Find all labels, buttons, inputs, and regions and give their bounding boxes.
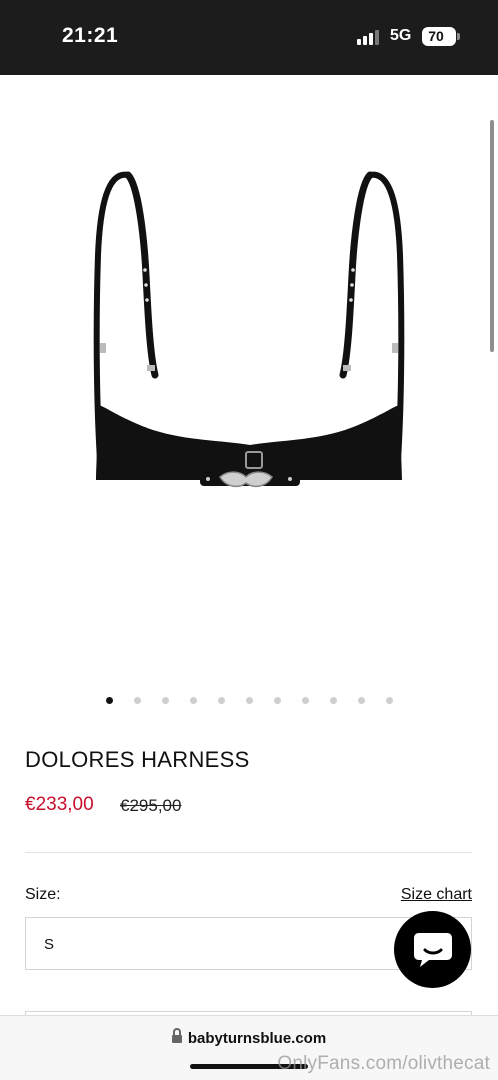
signal-icon <box>357 29 381 45</box>
gallery-pagination <box>0 697 498 707</box>
battery-icon: 70 <box>422 27 460 46</box>
gallery-dot[interactable] <box>302 697 309 704</box>
battery-level: 70 <box>428 28 444 44</box>
size-selected-value: S <box>44 936 55 953</box>
original-price: €295,00 <box>120 796 182 815</box>
network-label: 5G <box>390 27 412 44</box>
gallery-dot[interactable] <box>218 697 225 704</box>
gallery-dot[interactable] <box>274 697 281 704</box>
gallery-dot[interactable] <box>106 697 113 704</box>
chat-bubble-icon <box>414 933 452 967</box>
divider <box>25 852 472 853</box>
status-time: 21:21 <box>62 24 119 47</box>
chat-button[interactable] <box>394 911 471 988</box>
product-image[interactable] <box>0 75 498 680</box>
gallery-dot[interactable] <box>190 697 197 704</box>
size-label: Size: <box>25 886 61 903</box>
scroll-indicator[interactable] <box>490 120 494 352</box>
sale-price: €233,00 <box>25 794 94 815</box>
gallery-dot[interactable] <box>246 697 253 704</box>
url-text[interactable]: babyturnsblue.com <box>188 1030 326 1047</box>
size-chart-link[interactable]: Size chart <box>401 886 472 904</box>
gallery-dot[interactable] <box>134 697 141 704</box>
gallery-dot[interactable] <box>386 697 393 704</box>
lock-icon <box>171 1028 182 1044</box>
harness-image <box>93 171 405 488</box>
gallery-dot[interactable] <box>162 697 169 704</box>
product-title: DOLORES HARNESS <box>25 747 250 772</box>
gallery-dot[interactable] <box>358 697 365 704</box>
gallery-dot[interactable] <box>330 697 337 704</box>
watermark: OnlyFans.com/olivthecat <box>277 1053 490 1074</box>
status-bar: 21:21 5G 70 <box>0 0 498 75</box>
